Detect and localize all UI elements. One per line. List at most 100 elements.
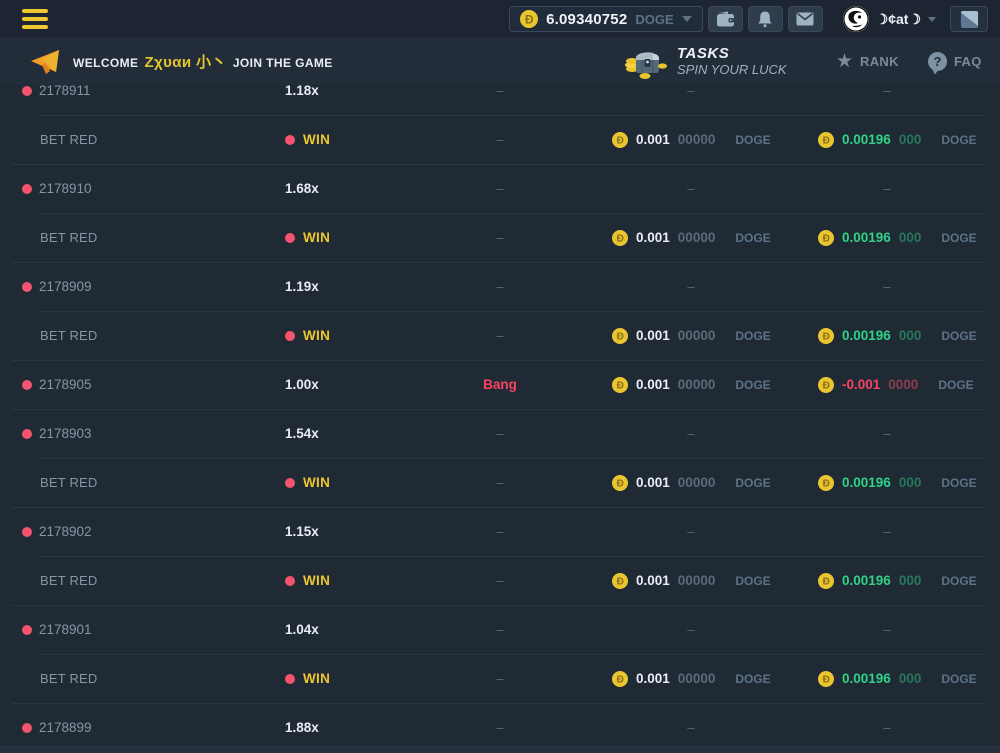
doge-coin-icon: Đ bbox=[612, 328, 628, 344]
game-row[interactable]: 21789101.68x––– bbox=[0, 164, 1000, 213]
cell-identity: 2178901 bbox=[0, 622, 262, 637]
cell-bet-amount: – bbox=[588, 720, 794, 735]
mail-icon bbox=[796, 12, 814, 26]
wallet-button[interactable] bbox=[708, 6, 743, 32]
svg-text:Đ: Đ bbox=[823, 478, 830, 489]
amount-trailing-zeros: 000 bbox=[899, 230, 922, 245]
game-id: 2178910 bbox=[39, 181, 92, 196]
doge-coin-icon: Đ bbox=[612, 475, 628, 491]
amount-significant: 0.00196 bbox=[842, 132, 891, 147]
tasks-subtitle: SPIN YOUR LUCK bbox=[677, 63, 787, 78]
amount-currency: DOGE bbox=[735, 231, 770, 245]
svg-text:Đ: Đ bbox=[617, 380, 624, 391]
amount-trailing-zeros: 00000 bbox=[678, 377, 716, 392]
game-row[interactable]: 21789011.04x––– bbox=[0, 605, 1000, 654]
cell-identity: 2178910 bbox=[0, 181, 262, 196]
bet-row[interactable]: BET REDWIN–Đ0.00100000DOGEĐ0.00196000DOG… bbox=[0, 458, 1000, 507]
bet-row[interactable]: BET REDWIN–Đ0.00100000DOGEĐ0.00196000DOG… bbox=[0, 311, 1000, 360]
amount-currency: DOGE bbox=[941, 672, 976, 686]
red-dot bbox=[285, 478, 295, 488]
svg-text:Đ: Đ bbox=[617, 478, 624, 489]
notifications-button[interactable] bbox=[748, 6, 783, 32]
game-id: 2178903 bbox=[39, 426, 92, 441]
cell-identity: 2178903 bbox=[0, 426, 262, 441]
cell-profit-amount: Đ0.00196000DOGE bbox=[794, 328, 980, 344]
rank-link[interactable]: ★ RANK bbox=[836, 38, 899, 85]
svg-text:Đ: Đ bbox=[823, 135, 830, 146]
red-dot bbox=[22, 527, 32, 537]
amount-trailing-zeros: 00000 bbox=[678, 475, 716, 490]
cell-bet-amount: Đ0.00100000DOGE bbox=[588, 328, 794, 344]
red-dot bbox=[285, 674, 295, 684]
amount-significant: 0.001 bbox=[636, 328, 670, 343]
amount-trailing-zeros: 00000 bbox=[678, 573, 716, 588]
amount-currency: DOGE bbox=[941, 133, 976, 147]
svg-text:Đ: Đ bbox=[823, 331, 830, 342]
cell-result: WIN bbox=[262, 475, 412, 490]
cell-result: WIN bbox=[262, 328, 412, 343]
empty-dash: – bbox=[687, 622, 694, 637]
amount-currency: DOGE bbox=[735, 476, 770, 490]
menu-icon[interactable] bbox=[22, 9, 48, 29]
balance-selector[interactable]: Đ 6.09340752 DOGE bbox=[509, 6, 703, 32]
bang-row[interactable]: 21789051.00xBangĐ0.00100000DOGEĐ-0.00100… bbox=[0, 360, 1000, 409]
cell-status: – bbox=[412, 230, 588, 245]
win-label: WIN bbox=[303, 132, 330, 147]
tasks-banner[interactable]: TASKS SPIN YOUR LUCK bbox=[623, 38, 787, 85]
cell-status: – bbox=[412, 524, 588, 539]
amount-trailing-zeros: 00000 bbox=[678, 328, 716, 343]
amount-significant: 0.001 bbox=[636, 573, 670, 588]
cell-identity: BET RED bbox=[0, 132, 262, 147]
cell-profit-amount: Đ0.00196000DOGE bbox=[794, 573, 980, 589]
avatar bbox=[843, 6, 869, 32]
bet-row[interactable]: BET REDWIN–Đ0.00100000DOGEĐ0.00196000DOG… bbox=[0, 556, 1000, 605]
cell-profit-amount: – bbox=[794, 426, 980, 441]
cell-status: – bbox=[412, 181, 588, 196]
bet-row[interactable]: BET REDWIN–Đ0.00100000DOGEĐ0.00196000DOG… bbox=[0, 654, 1000, 703]
empty-dash: – bbox=[883, 181, 890, 196]
red-dot bbox=[285, 576, 295, 586]
win-label: WIN bbox=[303, 328, 330, 343]
game-id: 2178911 bbox=[39, 83, 91, 98]
cell-status: – bbox=[412, 83, 588, 98]
amount-trailing-zeros: 00000 bbox=[678, 132, 716, 147]
svg-text:Đ: Đ bbox=[823, 576, 830, 587]
game-row[interactable]: 21789091.19x––– bbox=[0, 262, 1000, 311]
cell-result: WIN bbox=[262, 671, 412, 686]
top-bar: Đ 6.09340752 DOGE ☽¢at☽ bbox=[0, 0, 1000, 38]
svg-text:Đ: Đ bbox=[823, 380, 830, 391]
megaphone-icon bbox=[30, 48, 60, 76]
bet-type-label: BET RED bbox=[40, 573, 98, 588]
empty-dash: – bbox=[496, 328, 503, 343]
welcome-message: WELCOME Ζχυαи 小丶 JOIN THE GAME bbox=[30, 38, 333, 85]
multiplier-value: 1.00x bbox=[285, 377, 319, 392]
user-menu[interactable]: ☽¢at☽ bbox=[843, 6, 936, 32]
amount-currency: DOGE bbox=[938, 378, 973, 392]
empty-dash: – bbox=[496, 573, 503, 588]
red-dot bbox=[22, 282, 32, 292]
faq-label: FAQ bbox=[954, 54, 982, 69]
chevron-down-icon bbox=[928, 17, 936, 22]
username: ☽¢at☽ bbox=[876, 11, 921, 28]
cell-bet-amount: Đ0.00100000DOGE bbox=[588, 475, 794, 491]
game-row[interactable]: 21789021.15x––– bbox=[0, 507, 1000, 556]
cell-bet-amount: – bbox=[588, 426, 794, 441]
cell-status: – bbox=[412, 132, 588, 147]
doge-coin-icon: Đ bbox=[818, 132, 834, 148]
messages-button[interactable] bbox=[788, 6, 823, 32]
cell-result: 1.04x bbox=[262, 622, 412, 637]
bet-row[interactable]: BET REDWIN–Đ0.00100000DOGEĐ0.00196000DOG… bbox=[0, 115, 1000, 164]
game-row[interactable]: 21789031.54x––– bbox=[0, 409, 1000, 458]
rank-label: RANK bbox=[860, 54, 899, 69]
svg-text:Đ: Đ bbox=[617, 576, 624, 587]
game-id: 2178905 bbox=[39, 377, 92, 392]
cell-identity: 2178902 bbox=[0, 524, 262, 539]
chat-toggle-button[interactable] bbox=[950, 6, 988, 32]
cell-bet-amount: – bbox=[588, 279, 794, 294]
cell-bet-amount: Đ0.00100000DOGE bbox=[588, 671, 794, 687]
bet-type-label: BET RED bbox=[40, 328, 98, 343]
bet-row[interactable]: BET REDWIN–Đ0.00100000DOGEĐ0.00196000DOG… bbox=[0, 213, 1000, 262]
multiplier-value: 1.68x bbox=[285, 181, 319, 196]
faq-link[interactable]: ? FAQ bbox=[928, 38, 982, 85]
cell-result: 1.68x bbox=[262, 181, 412, 196]
